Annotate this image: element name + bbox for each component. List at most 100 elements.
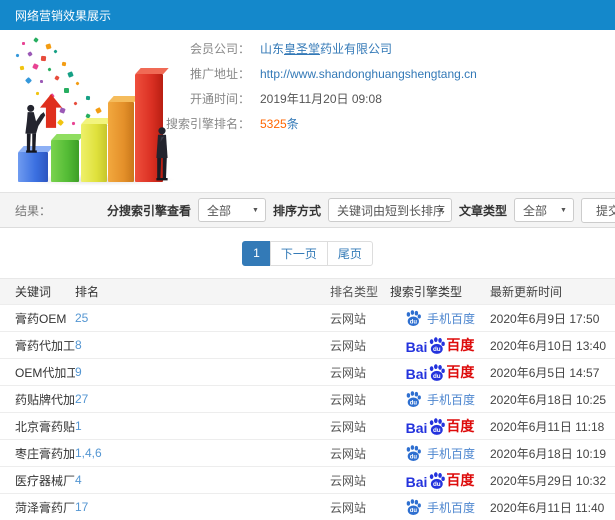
page-title: 网络营销效果展示 <box>15 8 112 23</box>
rank-link[interactable]: 4 <box>75 473 82 487</box>
engine-cell: Bai du 百度 <box>390 335 490 355</box>
table-row: 北京膏药贴牌 1 云网站 Bai du 百度 <box>0 413 615 440</box>
open-time-row: 开通时间： 2019年11月20日 09:08 <box>160 86 477 111</box>
rank-link[interactable]: 25 <box>75 311 88 325</box>
rank-type-cell: 云网站 <box>330 392 367 407</box>
rank-type-cell: 云网站 <box>330 473 367 488</box>
keyword-cell: 药贴牌代加工 <box>15 392 75 407</box>
rank-link[interactable]: 8 <box>75 338 82 352</box>
submit-button[interactable]: 提交 <box>580 197 615 223</box>
baidu-paw-icon: du <box>405 390 422 408</box>
keyword-cell: 膏药OEM <box>15 311 67 326</box>
keyword-cell: 菏泽膏药厂家 <box>15 500 75 515</box>
svg-text:du: du <box>410 319 418 325</box>
engine-cell: Bai du 百度 <box>390 470 490 490</box>
keyword-cell: 枣庄膏药加工 <box>15 446 75 461</box>
table-row: 膏药OEM 25 云网站 du 手机百度 2020年6月9日 17:50 <box>0 305 615 332</box>
pagination-area: 1 下一页 尾页 <box>0 228 615 278</box>
svg-text:du: du <box>433 427 441 434</box>
svg-text:du: du <box>433 373 441 380</box>
page-1-button[interactable]: 1 <box>242 240 271 266</box>
header-engine-type: 搜索引擎类型 <box>390 285 463 299</box>
company-row: 会员公司： 山东皇圣堂药业有限公司 <box>160 36 477 61</box>
mobile-baidu-logo: du 手机百度 <box>405 390 475 408</box>
engine-filter-select[interactable]: 全部 ▼ <box>197 198 266 222</box>
baidu-paw-icon: du <box>405 498 422 516</box>
rank-type-cell: 云网站 <box>330 500 367 515</box>
results-table: 关键词 排名 排名类型 搜索引擎类型 最新更新时间 膏药OEM 25 云网站 d… <box>0 278 615 520</box>
header-rank: 排名 <box>75 285 100 299</box>
next-page-button[interactable]: 下一页 <box>269 240 328 266</box>
member-info-panel: 会员公司： 山东皇圣堂药业有限公司 推广地址： http://www.shand… <box>160 36 477 136</box>
rank-link[interactable]: 1 <box>75 419 82 433</box>
baidu-paw-icon: du <box>405 309 422 327</box>
mobile-baidu-logo: du 手机百度 <box>405 444 475 462</box>
updated-cell: 2020年6月5日 14:57 <box>490 365 600 380</box>
baidu-logo: Bai du 百度 <box>405 472 475 490</box>
header-rank-type: 排名类型 <box>330 285 379 299</box>
businessman-figure-left <box>25 104 46 153</box>
table-row: 膏药代加工 8 云网站 Bai du 百度 2020年6月10日 13:40 <box>0 332 615 359</box>
sort-select[interactable]: 关键词由短到长排序 ▼ <box>327 198 452 222</box>
table-row: 药贴牌代加工 27 云网站 du <box>0 386 615 413</box>
mobile-baidu-logo: du 手机百度 <box>405 498 475 516</box>
engine-cell: du 手机百度 <box>390 444 490 462</box>
engine-cell: du 手机百度 <box>390 498 490 516</box>
table-row: OEM代加工 9 云网站 Bai du 百度 2020年6月5日 14:57 <box>0 359 615 386</box>
rank-link[interactable]: 1,4,6 <box>75 446 102 460</box>
bar-chart-bar-orange <box>108 102 134 182</box>
rank-count-label: 搜索引擎排名： <box>165 117 250 131</box>
updated-cell: 2020年6月11日 11:40 <box>490 500 605 515</box>
rank-link[interactable]: 17 <box>75 500 88 514</box>
svg-text:du: du <box>433 481 441 488</box>
engine-cell: Bai du 百度 <box>390 362 490 382</box>
chevron-down-icon: ▼ <box>252 207 259 214</box>
table-row: 枣庄膏药加工 1,4,6 云网站 du <box>0 440 615 467</box>
updated-cell: 2020年6月9日 17:50 <box>490 311 600 326</box>
header-updated: 最新更新时间 <box>490 285 563 299</box>
updated-cell: 2020年6月18日 10:25 <box>490 392 607 407</box>
rank-link[interactable]: 27 <box>75 392 88 406</box>
company-link[interactable]: 山东皇圣堂药业有限公司 <box>260 40 392 57</box>
baidu-logo: Bai du 百度 <box>405 364 475 382</box>
svg-text:du: du <box>410 400 418 406</box>
rank-link[interactable]: 9 <box>75 365 82 379</box>
sort-label: 排序方式 <box>272 203 321 218</box>
chevron-down-icon: ▼ <box>560 207 567 214</box>
rank-type-cell: 云网站 <box>330 311 367 326</box>
svg-text:du: du <box>433 346 441 353</box>
rank-type-cell: 云网站 <box>330 365 367 380</box>
filter-controls: 分搜索引擎查看 全部 ▼ 排序方式 关键词由短到长排序 ▼ 文章类型 全部 ▼ … <box>107 197 615 223</box>
result-label: 结果： <box>15 203 52 218</box>
rank-type-cell: 云网站 <box>330 446 367 461</box>
keyword-cell: 膏药代加工 <box>15 338 75 353</box>
promo-url-link[interactable]: http://www.shandonghuangshengtang.cn <box>260 67 477 81</box>
updated-cell: 2020年6月11日 11:18 <box>490 419 605 434</box>
engine-cell: Bai du 百度 <box>390 416 490 436</box>
baidu-paw-icon: du <box>405 444 422 462</box>
bar-chart-bar-yellow <box>81 124 107 182</box>
updated-cell: 2020年5月29日 10:32 <box>490 473 607 488</box>
last-page-button[interactable]: 尾页 <box>326 240 373 266</box>
rank-type-cell: 云网站 <box>330 419 367 434</box>
mobile-baidu-label: 手机百度 <box>426 446 475 461</box>
article-type-label: 文章类型 <box>458 203 507 218</box>
chevron-down-icon: ▼ <box>438 207 445 214</box>
article-type-select[interactable]: 全部 ▼ <box>513 198 574 222</box>
keyword-cell: OEM代加工 <box>15 365 75 380</box>
mobile-baidu-logo: du 手机百度 <box>405 309 475 327</box>
baidu-paw-icon: du <box>430 418 446 435</box>
promo-url-label: 推广地址： <box>189 67 250 81</box>
mobile-baidu-label: 手机百度 <box>426 500 475 515</box>
svg-text:du: du <box>410 454 418 460</box>
table-row: 医疗器械厂家 4 云网站 Bai du 百度 <box>0 467 615 494</box>
rank-type-cell: 云网站 <box>330 338 367 353</box>
svg-text:du: du <box>410 508 418 514</box>
rank-count-value[interactable]: 5325条 <box>260 115 299 132</box>
updated-cell: 2020年6月18日 10:19 <box>490 446 607 461</box>
info-section: 会员公司： 山东皇圣堂药业有限公司 推广地址： http://www.shand… <box>0 30 615 192</box>
mobile-baidu-label: 手机百度 <box>426 392 475 407</box>
baidu-paw-icon: du <box>430 472 446 489</box>
window-title-bar: 网络营销效果展示 <box>0 0 615 30</box>
company-label: 会员公司： <box>189 42 250 56</box>
